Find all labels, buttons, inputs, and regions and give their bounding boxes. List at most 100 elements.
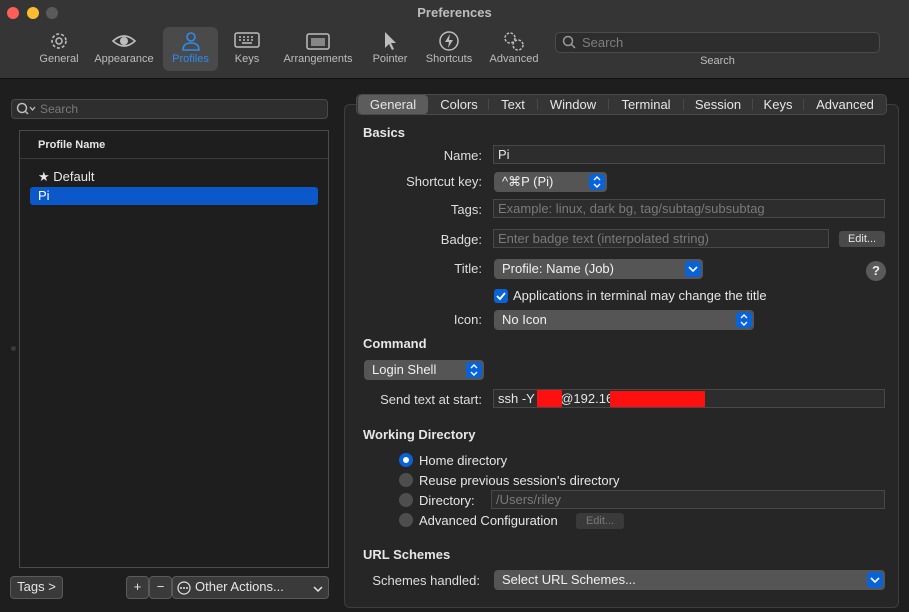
badge-label: Badge: [440, 232, 482, 247]
name-label: Name: [443, 148, 482, 163]
toolbar-general[interactable]: General [35, 27, 83, 71]
tab-general[interactable]: General [358, 95, 428, 114]
tab-keys[interactable]: Keys [754, 95, 802, 114]
toolbar-shortcuts[interactable]: Shortcuts [420, 27, 478, 71]
tags-label: Tags: [450, 202, 482, 217]
other-actions-button[interactable]: Other Actions... [172, 576, 329, 599]
title-popup[interactable]: Profile: Name (Job) [494, 259, 703, 279]
eye-icon [90, 27, 158, 55]
shortcut-key-value: ^⌘P (Pi) [502, 174, 554, 189]
toolbar-search-caption: Search [700, 55, 735, 67]
remove-profile-button[interactable]: − [149, 576, 172, 599]
updown-arrows-icon [736, 312, 752, 328]
add-profile-button[interactable]: + [126, 576, 149, 599]
reuse-directory-label[interactable]: Reuse previous session's directory [419, 473, 619, 488]
window-title: Preferences [417, 5, 492, 20]
toolbar: Preferences General Appearance Profiles … [0, 0, 909, 79]
tags-button[interactable]: Tags > [10, 576, 63, 599]
keyboard-icon [225, 27, 269, 55]
updown-arrows-icon [466, 362, 482, 378]
send-text-part2: @192.16 [560, 391, 614, 406]
toolbar-pointer[interactable]: Pointer [367, 27, 413, 71]
tags-field[interactable]: Example: linux, dark bg, tag/subtag/subs… [493, 199, 885, 218]
pointer-icon [367, 27, 413, 55]
directory-label[interactable]: Directory: [419, 493, 475, 508]
command-type-value: Login Shell [372, 362, 437, 377]
other-actions-label: Other Actions... [195, 579, 284, 594]
url-schemes-popup[interactable]: Select URL Schemes... [494, 570, 885, 590]
send-text-label: Send text at start: [380, 392, 482, 407]
tab-colors[interactable]: Colors [430, 95, 488, 114]
more-icon [177, 581, 191, 601]
home-directory-label[interactable]: Home directory [419, 453, 507, 468]
title-label: Title: [454, 261, 482, 276]
icon-value: No Icon [502, 312, 547, 327]
directory-field[interactable]: /Users/riley [491, 490, 885, 509]
tab-separator [608, 99, 609, 110]
apps-change-title-label[interactable]: Applications in terminal may change the … [513, 288, 767, 303]
tab-separator [537, 99, 538, 110]
section-working-directory-title: Working Directory [363, 427, 476, 442]
shortcut-key-label: Shortcut key: [406, 174, 482, 189]
profile-search-input[interactable]: Search [11, 99, 328, 119]
person-icon [163, 27, 218, 55]
search-icon [562, 35, 576, 54]
tab-separator [683, 99, 684, 110]
radio-reuse-directory[interactable] [399, 473, 413, 487]
name-field[interactable]: Pi [493, 145, 885, 164]
help-button[interactable]: ? [866, 261, 886, 281]
tab-text[interactable]: Text [490, 95, 536, 114]
search-menu-icon [16, 102, 38, 121]
profile-search-placeholder: Search [40, 102, 79, 116]
icon-popup[interactable]: No Icon [494, 310, 754, 330]
tab-separator [488, 99, 489, 110]
advanced-configuration-label[interactable]: Advanced Configuration [419, 513, 558, 528]
splitter-handle[interactable] [11, 346, 16, 351]
radio-home-directory[interactable] [399, 453, 413, 467]
updown-arrows-icon [589, 174, 605, 190]
toolbar-profiles[interactable]: Profiles [163, 27, 218, 71]
badge-edit-button[interactable]: Edit... [839, 231, 885, 247]
gear-icon [35, 27, 83, 55]
section-basics-title: Basics [363, 125, 405, 140]
profile-item-pi[interactable]: Pi [30, 187, 318, 205]
schemes-handled-label: Schemes handled: [372, 573, 480, 588]
section-command-title: Command [363, 336, 427, 351]
tab-window[interactable]: Window [539, 95, 607, 114]
checkmark-icon [496, 292, 506, 301]
chevron-down-icon [685, 261, 701, 277]
toolbar-appearance[interactable]: Appearance [90, 27, 158, 71]
url-schemes-value: Select URL Schemes... [502, 572, 636, 587]
gears-icon [485, 27, 543, 55]
command-type-popup[interactable]: Login Shell [364, 360, 484, 380]
apps-change-title-checkbox[interactable] [494, 289, 508, 303]
advanced-config-edit-button[interactable]: Edit... [576, 513, 624, 529]
toolbar-search-placeholder: Search [582, 35, 624, 50]
tab-session[interactable]: Session [685, 95, 751, 114]
lightning-icon [420, 27, 478, 55]
chevron-down-icon [312, 581, 324, 601]
redaction-box [537, 390, 562, 407]
shortcut-key-popup[interactable]: ^⌘P (Pi) [494, 172, 607, 192]
tab-separator [803, 99, 804, 110]
redaction-box [610, 391, 705, 407]
toolbar-keys[interactable]: Keys [225, 27, 269, 71]
window-arrangement-icon [278, 27, 358, 55]
chevron-down-icon [867, 572, 883, 588]
radio-advanced-configuration[interactable] [399, 513, 413, 527]
tab-advanced[interactable]: Advanced [805, 95, 885, 114]
toolbar-search-input[interactable]: Search [555, 32, 880, 53]
tab-separator [752, 99, 753, 110]
icon-label: Icon: [453, 312, 482, 327]
tab-terminal[interactable]: Terminal [610, 95, 682, 114]
radio-directory[interactable] [399, 493, 413, 507]
profile-item-default[interactable]: ★ Default [30, 168, 318, 186]
profile-tabs: General Colors Text Window Terminal Sess… [356, 94, 887, 115]
badge-field[interactable]: Enter badge text (interpolated string) [493, 229, 829, 248]
send-text-part1: ssh -Y [498, 391, 539, 406]
toolbar-arrangements[interactable]: Arrangements [278, 27, 358, 71]
profile-list-header[interactable]: Profile Name [20, 131, 328, 159]
title-value: Profile: Name (Job) [502, 261, 614, 276]
toolbar-advanced[interactable]: Advanced [485, 27, 543, 71]
section-url-schemes-title: URL Schemes [363, 547, 451, 562]
